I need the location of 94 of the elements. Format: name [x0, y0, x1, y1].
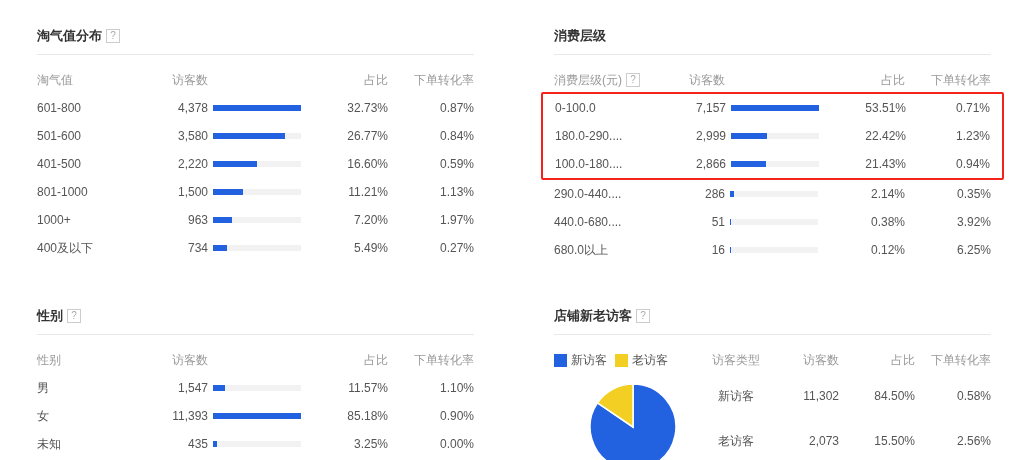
rate-cell-text: 1.97% — [438, 212, 474, 229]
column-header: 下单转化率 — [413, 72, 474, 89]
visitor-count: 2,866 — [694, 156, 726, 173]
visitor-count: 3,580 — [176, 128, 208, 145]
visitor-count: 286 — [703, 186, 725, 203]
visitor-count: 963 — [186, 212, 208, 229]
visitor-count: 2,220 — [176, 156, 208, 173]
visitor-count: 2,999 — [694, 128, 726, 145]
share-cell-text: 16.60% — [346, 156, 388, 173]
rate-cell-text: 0.00% — [438, 436, 474, 453]
range-cell-text: 290.0-440.... — [554, 186, 623, 203]
column-header: 访客数 — [802, 352, 839, 369]
rate-cell-text: 6.25% — [955, 242, 991, 259]
range-cell-text: 0-100.0 — [555, 100, 597, 117]
share-cell-text: 2.14% — [869, 186, 905, 203]
range-cell-text: 男 — [37, 380, 50, 397]
share-cell-text: 21.43% — [864, 156, 906, 173]
column-header: 占比 — [890, 352, 915, 369]
column-header: 访客数 — [171, 352, 208, 369]
rate-cell-text: 0.87% — [438, 100, 474, 117]
rate-cell-text: 2.56% — [955, 433, 991, 450]
rate-cell-text: 1.13% — [438, 184, 474, 201]
column-header: 下单转化率 — [930, 72, 991, 89]
visitor-count: 11,302 — [802, 388, 839, 405]
share-cell-text: 15.50% — [873, 433, 915, 450]
help-icon[interactable]: ? — [106, 29, 120, 43]
help-icon[interactable]: ? — [636, 309, 650, 323]
column-header: 占比 — [363, 72, 388, 89]
visitor-count: 7,157 — [694, 100, 726, 117]
share-cell-text: 26.77% — [346, 128, 388, 145]
range-cell-text: 680.0以上 — [554, 242, 610, 259]
range-cell-text: 400及以下 — [37, 240, 95, 257]
visitor-count: 51 — [710, 214, 725, 231]
share-cell-text: 0.12% — [869, 242, 905, 259]
visitor-count: 16 — [710, 242, 725, 259]
rate-cell-text: 1.23% — [954, 128, 990, 145]
visitor-count: 1,547 — [176, 380, 208, 397]
share-cell-text: 5.49% — [352, 240, 388, 257]
share-cell-text: 32.73% — [346, 100, 388, 117]
range-cell-text: 女 — [37, 408, 50, 425]
range-cell-text: 440.0-680.... — [554, 214, 623, 231]
column-header: 下单转化率 — [413, 352, 474, 369]
column-header: 占比 — [880, 72, 905, 89]
column-header: 访客数 — [171, 72, 208, 89]
help-icon[interactable]: ? — [626, 73, 640, 87]
rate-cell-text: 0.71% — [954, 100, 990, 117]
range-cell-text: 未知 — [37, 436, 62, 453]
column-header: 消费层级(元) — [554, 72, 622, 89]
share-cell-text: 84.50% — [873, 388, 915, 405]
rate-cell-text: 3.92% — [955, 214, 991, 231]
rate-cell-text: 0.35% — [955, 186, 991, 203]
rate-cell-text: 0.59% — [438, 156, 474, 173]
rate-cell-text: 0.58% — [955, 388, 991, 405]
column-header: 性别 — [37, 352, 61, 369]
rate-cell-text: 0.90% — [438, 408, 474, 425]
visitor-count: 2,073 — [807, 433, 839, 450]
range-cell-text: 801-1000 — [37, 184, 89, 201]
share-cell-text: 0.38% — [869, 214, 905, 231]
share-cell-text: 3.25% — [352, 436, 388, 453]
visitor-type: 新访客 — [717, 388, 755, 405]
share-cell-text: 11.21% — [347, 184, 388, 201]
section-title: 店铺新老访客 — [554, 307, 632, 326]
share-cell-text: 22.42% — [864, 128, 906, 145]
range-cell-text: 401-500 — [37, 156, 83, 173]
range-cell-text: 601-800 — [37, 100, 83, 117]
visitor-count: 4,378 — [176, 100, 208, 117]
range-cell-text: 1000+ — [37, 212, 72, 229]
legend-label: 新访客 — [571, 352, 607, 369]
column-header: 下单转化率 — [930, 352, 991, 369]
share-cell-text: 11.57% — [347, 380, 388, 397]
section-title: 淘气值分布 — [37, 27, 102, 46]
range-cell-text: 501-600 — [37, 128, 83, 145]
column-header: 占比 — [363, 352, 388, 369]
visitor-type: 老访客 — [717, 433, 755, 450]
rate-cell-text: 1.10% — [438, 380, 474, 397]
section-title: 性别 — [37, 307, 63, 326]
visitor-count: 1,500 — [176, 184, 208, 201]
column-header: 访客数 — [688, 72, 725, 89]
legend-label: 老访客 — [632, 352, 668, 369]
rate-cell-text: 0.84% — [438, 128, 474, 145]
visitor-count: 734 — [186, 240, 208, 257]
visitor-count: 11,393 — [171, 408, 208, 425]
share-cell-text: 85.18% — [346, 408, 388, 425]
rate-cell-text: 0.27% — [438, 240, 474, 257]
section-title: 消费层级 — [554, 27, 606, 46]
share-cell-text: 53.51% — [864, 100, 906, 117]
help-icon[interactable]: ? — [67, 309, 81, 323]
rate-cell-text: 0.94% — [954, 156, 990, 173]
share-cell-text: 7.20% — [352, 212, 388, 229]
visitor-count: 435 — [186, 436, 208, 453]
column-header: 访客类型 — [711, 352, 761, 369]
range-cell-text: 100.0-180.... — [555, 156, 624, 173]
range-cell-text: 180.0-290.... — [555, 128, 624, 145]
column-header: 淘气值 — [37, 72, 73, 89]
